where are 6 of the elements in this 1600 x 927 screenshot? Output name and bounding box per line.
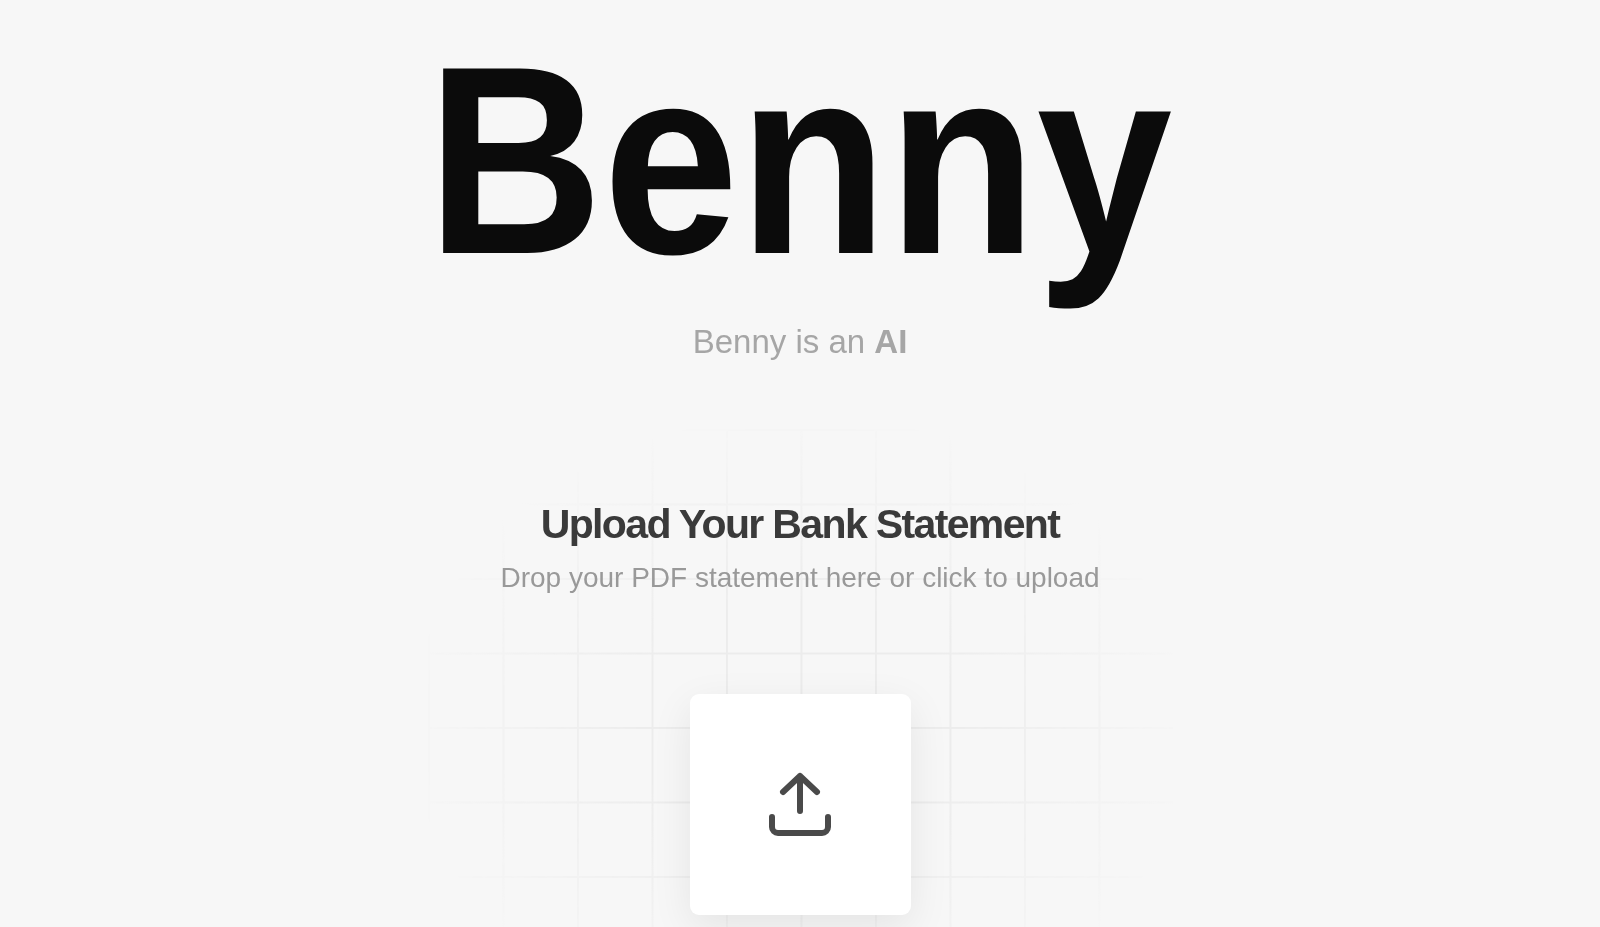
upload-button[interactable] bbox=[689, 694, 911, 916]
upload-title: Upload Your Bank Statement bbox=[540, 501, 1060, 549]
tagline: Benny is an AI bbox=[692, 321, 908, 362]
upload-icon bbox=[768, 770, 832, 839]
upload-hint: Drop your PDF statement here or click to upload bbox=[500, 562, 1100, 595]
logo-wordmark: Benny bbox=[426, 9, 1174, 312]
